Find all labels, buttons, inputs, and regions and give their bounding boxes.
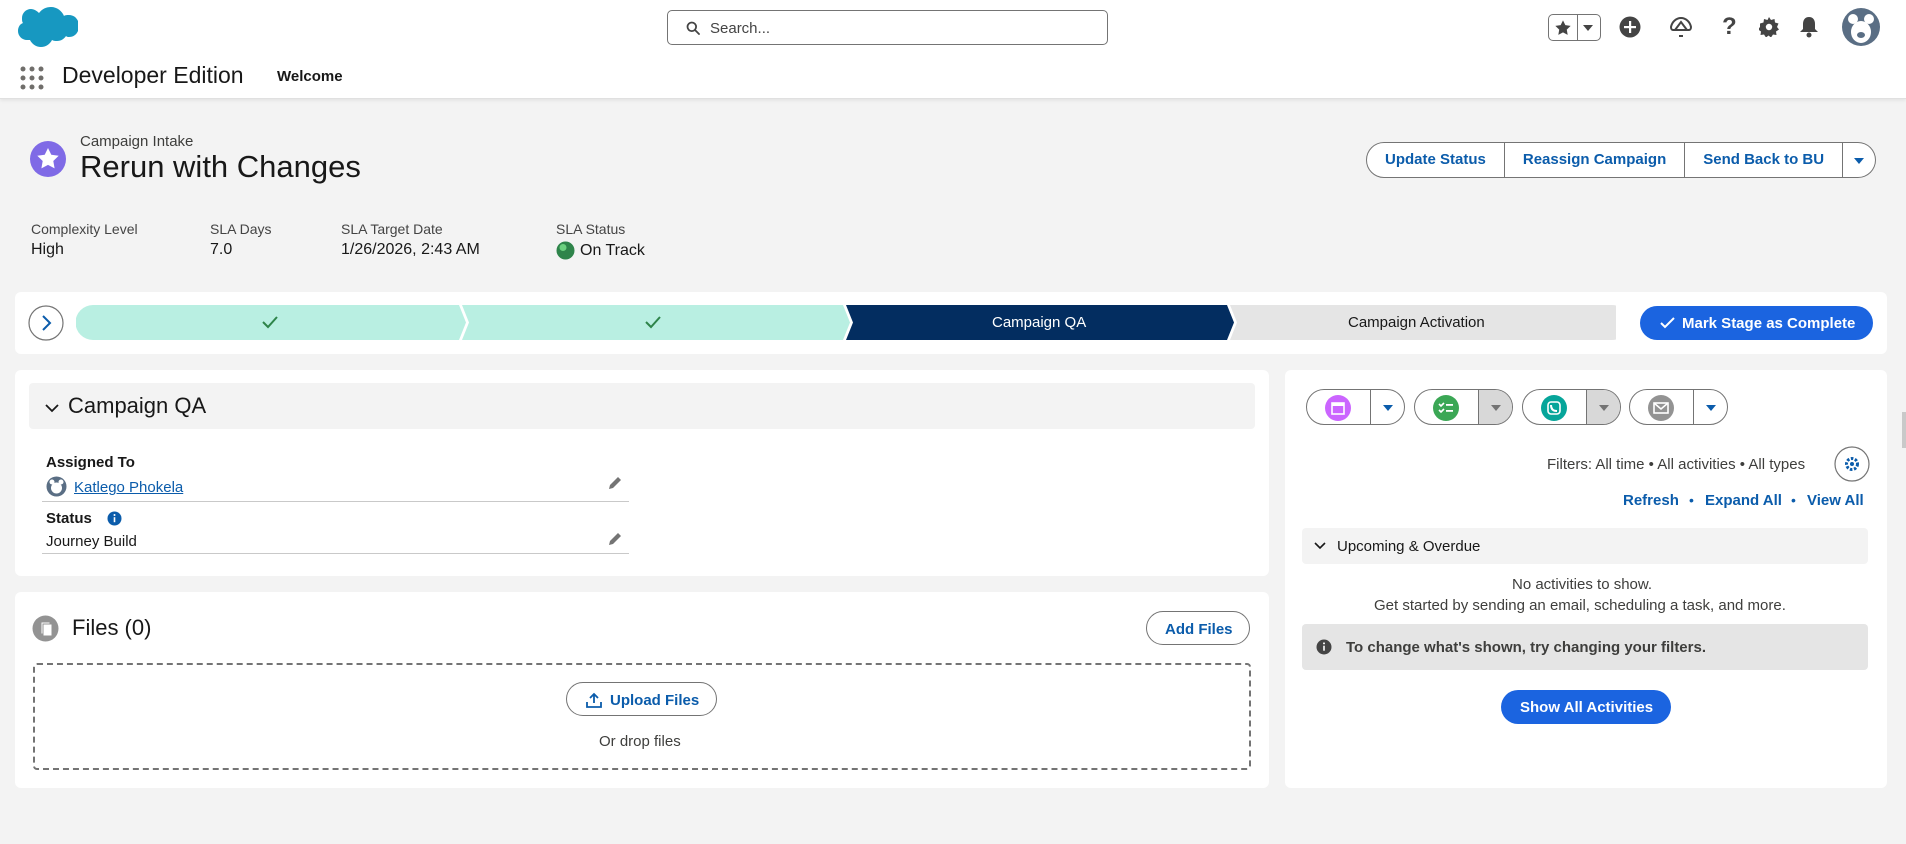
chevron-down-icon[interactable] (45, 404, 59, 413)
user-avatar-icon (46, 476, 67, 497)
app-name: Developer Edition (62, 62, 244, 88)
drop-files-text: Or drop files (599, 733, 681, 750)
send-back-to-bu-button[interactable]: Send Back to BU (1685, 142, 1844, 178)
expand-all-link[interactable]: Expand All (1705, 492, 1782, 509)
chevron-down-icon (1383, 405, 1393, 411)
path-stage-next-label: Campaign Activation (1348, 314, 1485, 331)
assigned-to-link[interactable]: Katlego Phokela (74, 479, 183, 496)
field-divider (42, 553, 629, 554)
new-event-action[interactable] (1306, 389, 1405, 425)
separator-dot: • (1689, 492, 1694, 508)
nav-tab-welcome[interactable]: Welcome (277, 68, 343, 85)
empty-state-subtitle: Get started by sending an email, schedul… (1374, 597, 1786, 614)
user-avatar[interactable] (1842, 8, 1880, 46)
field-sla-target-date: SLA Target Date 1/26/2026, 2:43 AM (341, 221, 480, 258)
assigned-to-label: Assigned To (46, 454, 135, 471)
record-action-group: Update Status Reassign Campaign Send Bac… (1366, 142, 1877, 178)
separator-dot: • (1791, 492, 1796, 508)
filter-notice-text: To change what's shown, try changing you… (1346, 639, 1706, 656)
section-header[interactable] (29, 383, 1255, 429)
global-search-input[interactable]: Search... (667, 10, 1108, 45)
info-icon[interactable] (107, 511, 122, 526)
mark-stage-complete-button[interactable]: Mark Stage as Complete (1640, 306, 1873, 340)
path-stage-current-label: Campaign QA (992, 314, 1087, 331)
filter-settings-gear-icon[interactable] (1834, 446, 1870, 482)
salesforce-logo-icon[interactable] (12, 4, 78, 50)
chevron-down-icon (1706, 405, 1716, 411)
star-icon (1555, 20, 1571, 35)
path-expand-chevron-right-icon[interactable] (28, 305, 64, 341)
record-type-star-icon (30, 141, 66, 177)
gear-icon[interactable] (1759, 17, 1779, 37)
reassign-campaign-button[interactable]: Reassign Campaign (1504, 142, 1686, 178)
search-placeholder: Search... (710, 20, 771, 37)
field-sla-status: SLA Status On Track (556, 221, 645, 260)
calendar-icon (1325, 395, 1351, 421)
upload-icon (586, 692, 602, 708)
favorites-button[interactable] (1548, 14, 1601, 41)
chevron-down-icon (1854, 158, 1865, 164)
phone-icon (1541, 395, 1567, 421)
field-complexity-level: Complexity Level High (31, 221, 138, 258)
search-icon (686, 21, 700, 35)
notifications-bell-icon[interactable] (1799, 16, 1819, 38)
add-files-button[interactable]: Add Files (1146, 611, 1250, 645)
upcoming-overdue-label: Upcoming & Overdue (1337, 538, 1481, 555)
email-icon (1648, 395, 1674, 421)
task-icon (1433, 395, 1459, 421)
info-icon (1316, 639, 1332, 655)
help-icon[interactable]: ? (1722, 13, 1737, 41)
show-all-activities-button[interactable]: Show All Activities (1501, 690, 1671, 724)
field-sla-days: SLA Days 7.0 (210, 221, 272, 258)
sla-status-value: On Track (580, 241, 645, 259)
empty-state-title: No activities to show. (1512, 576, 1653, 593)
new-task-action[interactable] (1414, 389, 1513, 425)
record-title: Rerun with Changes (80, 149, 361, 184)
section-title: Campaign QA (68, 393, 207, 418)
send-email-action[interactable] (1629, 389, 1728, 425)
green-status-dot-icon (556, 241, 575, 260)
view-all-link[interactable]: View All (1807, 492, 1864, 509)
status-value: Journey Build (46, 533, 137, 550)
global-header: Search... ? Developer Edition Welcome (0, 0, 1906, 99)
more-actions-button[interactable] (1843, 142, 1877, 178)
activity-filters-text: Filters: All time • All activities • All… (1547, 456, 1806, 473)
status-label: Status (46, 510, 92, 527)
refresh-link[interactable]: Refresh (1623, 492, 1679, 509)
log-call-action[interactable] (1522, 389, 1621, 425)
edit-pencil-icon[interactable] (608, 476, 622, 490)
chevron-down-icon (1599, 405, 1609, 411)
app-launcher-icon[interactable] (20, 66, 44, 90)
files-icon (32, 615, 59, 642)
chevron-down-icon (1491, 405, 1501, 411)
chevron-down-icon (1583, 25, 1593, 31)
chevron-down-icon[interactable] (1314, 542, 1326, 550)
add-icon[interactable] (1619, 16, 1641, 38)
field-divider (42, 501, 629, 502)
upload-files-button[interactable]: Upload Files (566, 682, 717, 716)
utility-bar-handle[interactable] (1902, 412, 1906, 448)
update-status-button[interactable]: Update Status (1366, 142, 1505, 178)
check-icon (1660, 317, 1675, 329)
trailhead-icon[interactable] (1669, 16, 1693, 38)
record-object-type: Campaign Intake (80, 133, 194, 150)
file-dropzone[interactable] (33, 663, 1251, 770)
files-title: Files (0) (72, 615, 152, 640)
edit-pencil-icon[interactable] (608, 532, 622, 546)
